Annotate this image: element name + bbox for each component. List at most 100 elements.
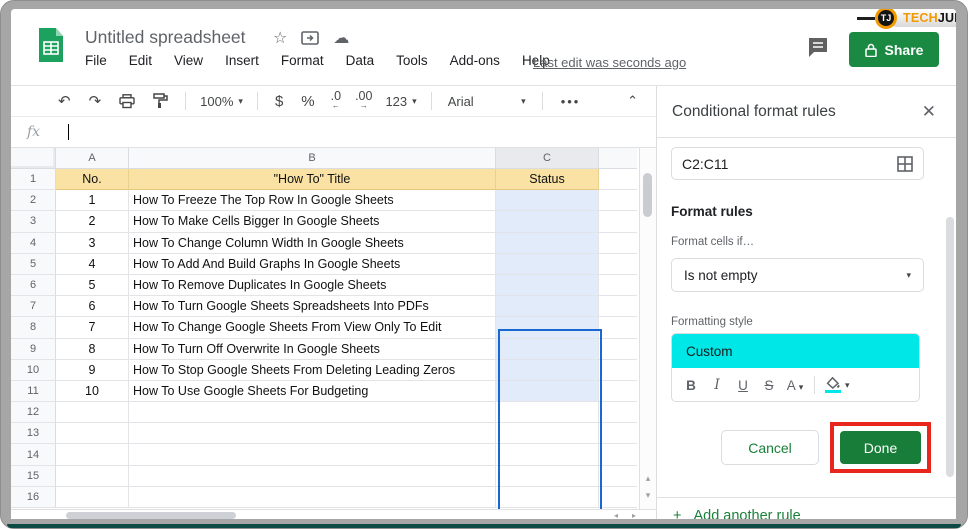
menu-item-view[interactable]: View	[174, 53, 203, 68]
cell-status-selected[interactable]	[496, 317, 599, 338]
menu-item-add-ons[interactable]: Add-ons	[450, 53, 500, 68]
star-icon[interactable]: ☆	[273, 28, 287, 48]
done-button[interactable]: Done	[840, 431, 921, 464]
menu-item-format[interactable]: Format	[281, 53, 324, 68]
print-icon[interactable]	[119, 94, 135, 109]
select-all-corner[interactable]	[11, 148, 56, 169]
cell-no-header[interactable]: No.	[56, 169, 129, 190]
cell-empty[interactable]	[56, 466, 129, 487]
collapse-toolbar-icon[interactable]: ⌃	[627, 93, 638, 109]
cell-no[interactable]: 1	[56, 190, 129, 211]
cell-no[interactable]: 4	[56, 254, 129, 275]
add-another-rule-link[interactable]: + Add another rule	[673, 508, 801, 519]
decrease-decimal-button[interactable]: .0←	[331, 91, 341, 111]
google-sheets-logo-icon[interactable]	[37, 26, 65, 64]
spreadsheet-grid[interactable]: A B C 1No."How To" TitleStatus21How To F…	[11, 148, 639, 509]
number-format-select[interactable]: 123▾	[385, 94, 416, 109]
vertical-scrollbar-thumb[interactable]	[643, 173, 652, 217]
cell-no[interactable]: 3	[56, 233, 129, 254]
horizontal-scrollbar-thumb[interactable]	[66, 512, 236, 519]
cell-empty[interactable]	[599, 360, 637, 381]
cell-empty[interactable]	[599, 254, 637, 275]
currency-format-button[interactable]: $	[275, 93, 283, 110]
select-data-range-icon[interactable]	[897, 156, 913, 172]
cloud-status-icon[interactable]: ☁	[333, 28, 349, 48]
row-header-15[interactable]: 15	[11, 466, 56, 487]
move-to-folder-icon[interactable]	[301, 31, 319, 45]
cell-empty[interactable]	[599, 190, 637, 211]
cell-title[interactable]: How To Freeze The Top Row In Google Shee…	[129, 190, 496, 211]
column-header-a[interactable]: A	[56, 148, 129, 169]
row-header-9[interactable]: 9	[11, 339, 56, 360]
comment-icon[interactable]	[806, 35, 830, 59]
cell-empty[interactable]	[599, 444, 637, 465]
row-header-8[interactable]: 8	[11, 317, 56, 338]
range-input[interactable]: C2:C11	[671, 147, 924, 180]
cell-status-selected[interactable]	[496, 190, 599, 211]
cell-no[interactable]: 9	[56, 360, 129, 381]
cell-empty[interactable]	[129, 487, 496, 508]
cell-title[interactable]: How To Turn Google Sheets Spreadsheets I…	[129, 296, 496, 317]
cell-status-selected[interactable]	[496, 233, 599, 254]
cell-empty[interactable]	[56, 444, 129, 465]
cell-no[interactable]: 10	[56, 381, 129, 402]
panel-scrollbar-thumb[interactable]	[946, 217, 954, 477]
scroll-right-icon[interactable]: ▸	[627, 510, 641, 519]
cell-empty[interactable]	[129, 423, 496, 444]
cancel-button[interactable]: Cancel	[721, 430, 819, 465]
chevron-down-icon[interactable]: ▾	[845, 380, 850, 391]
cell-empty[interactable]	[599, 487, 637, 508]
cell-empty[interactable]	[496, 487, 599, 508]
row-header-14[interactable]: 14	[11, 444, 56, 465]
cell-empty[interactable]	[599, 233, 637, 254]
undo-icon[interactable]: ↶	[58, 92, 71, 110]
menu-item-insert[interactable]: Insert	[225, 53, 259, 68]
cell-status-selected[interactable]	[496, 381, 599, 402]
cell-empty[interactable]	[56, 402, 129, 423]
cell-title[interactable]: How To Make Cells Bigger In Google Sheet…	[129, 211, 496, 232]
cell-empty[interactable]	[599, 402, 637, 423]
cell-no[interactable]: 2	[56, 211, 129, 232]
cell-status-selected[interactable]	[496, 254, 599, 275]
cell-empty[interactable]	[129, 444, 496, 465]
cell-title[interactable]: How To Change Column Width In Google She…	[129, 233, 496, 254]
cell-no[interactable]: 8	[56, 339, 129, 360]
cell-empty[interactable]	[496, 423, 599, 444]
cell-empty[interactable]	[599, 169, 637, 190]
row-header-12[interactable]: 12	[11, 402, 56, 423]
column-header-b[interactable]: B	[129, 148, 496, 169]
cell-title[interactable]: How To Remove Duplicates In Google Sheet…	[129, 275, 496, 296]
menu-item-edit[interactable]: Edit	[129, 53, 152, 68]
percent-format-button[interactable]: %	[301, 93, 314, 110]
cell-status-header[interactable]: Status	[496, 169, 599, 190]
cell-empty[interactable]	[599, 381, 637, 402]
cell-status-selected[interactable]	[496, 275, 599, 296]
row-header-10[interactable]: 10	[11, 360, 56, 381]
row-header-7[interactable]: 7	[11, 296, 56, 317]
cell-empty[interactable]	[129, 466, 496, 487]
paint-format-icon[interactable]	[153, 93, 168, 109]
more-options-icon[interactable]: •••	[561, 94, 581, 109]
cell-status-selected[interactable]	[496, 360, 599, 381]
row-header-3[interactable]: 3	[11, 211, 56, 232]
row-header-5[interactable]: 5	[11, 254, 56, 275]
cell-status-selected[interactable]	[496, 211, 599, 232]
cell-title-header[interactable]: "How To" Title	[129, 169, 496, 190]
scroll-left-icon[interactable]: ◂	[609, 510, 623, 519]
scroll-up-icon[interactable]: ▴	[640, 471, 656, 486]
cell-title[interactable]: How To Add And Build Graphs In Google Sh…	[129, 254, 496, 275]
last-edit-link[interactable]: Last edit was seconds ago	[533, 55, 686, 70]
row-header-4[interactable]: 4	[11, 233, 56, 254]
column-header-c[interactable]: C	[496, 148, 599, 169]
column-header-d[interactable]	[599, 148, 637, 169]
menu-item-data[interactable]: Data	[346, 53, 375, 68]
redo-icon[interactable]: ↷	[89, 92, 102, 110]
cell-no[interactable]: 7	[56, 317, 129, 338]
text-color-button[interactable]: A ▾	[782, 378, 808, 393]
cell-empty[interactable]	[599, 296, 637, 317]
underline-button[interactable]: U	[730, 378, 756, 393]
zoom-select[interactable]: 100%▾	[200, 94, 243, 109]
cell-empty[interactable]	[496, 444, 599, 465]
cell-empty[interactable]	[496, 466, 599, 487]
bold-button[interactable]: B	[678, 378, 704, 393]
